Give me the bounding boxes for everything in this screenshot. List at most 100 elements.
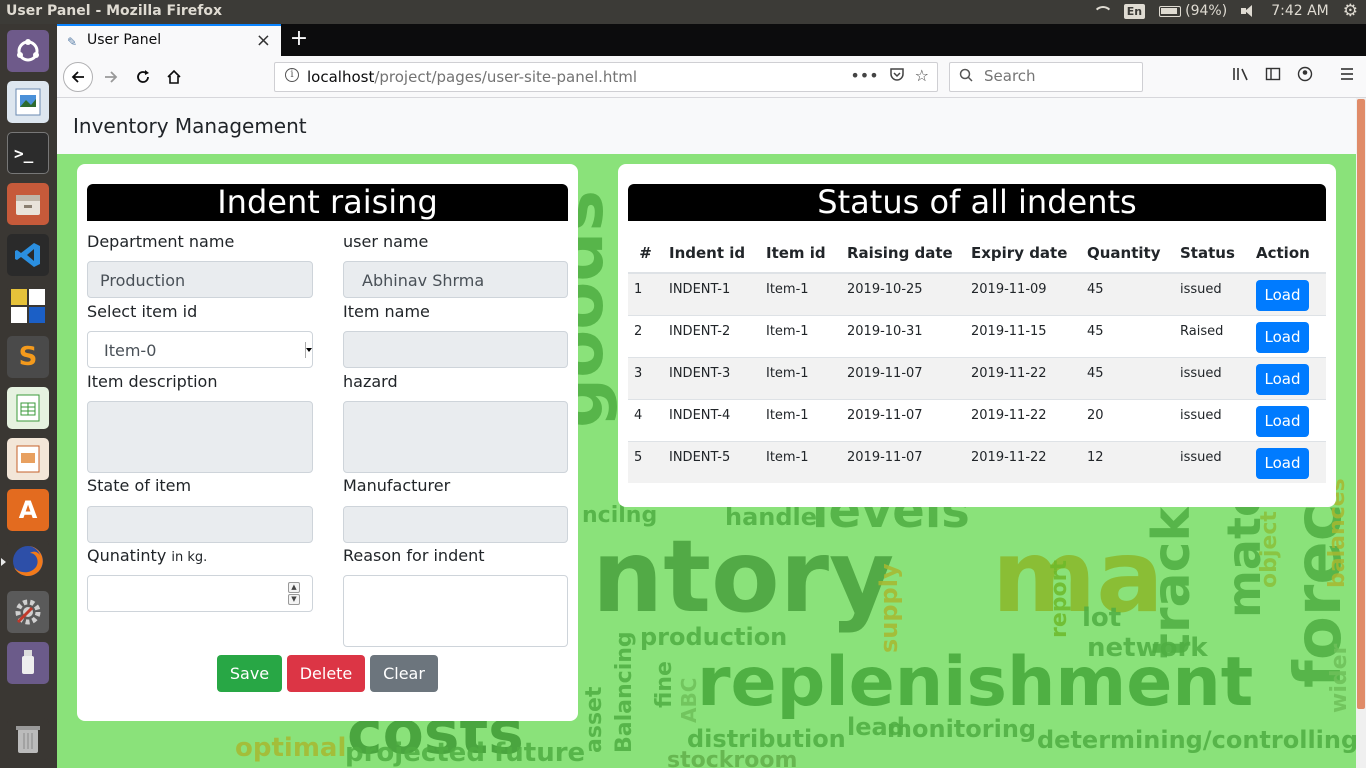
spin-up-icon[interactable]: ▲ <box>288 582 300 593</box>
load-button[interactable]: Load <box>1256 280 1309 311</box>
firefox-icon[interactable] <box>7 540 49 582</box>
cell-status: issued <box>1174 272 1250 315</box>
trash-icon[interactable] <box>7 718 49 760</box>
quantity-stepper[interactable]: ▲ ▼ <box>87 575 313 612</box>
cell-num: 4 <box>628 398 663 441</box>
delete-button[interactable]: Delete <box>287 655 365 692</box>
background-word: monitoring <box>887 715 1037 743</box>
item-id-selected: Item-0 <box>104 341 157 360</box>
system-settings-icon[interactable] <box>7 591 49 633</box>
power-gear-icon[interactable]: ⚙ <box>1343 3 1358 20</box>
spreadsheet-icon[interactable] <box>7 387 49 429</box>
page-actions-icon[interactable]: ••• <box>850 66 878 86</box>
background-word: object <box>1257 511 1282 588</box>
pocket-icon[interactable] <box>889 66 905 86</box>
close-tab-icon[interactable]: × <box>256 30 271 51</box>
item-name-field[interactable] <box>343 331 568 368</box>
image-viewer-icon[interactable] <box>7 81 49 123</box>
clear-button[interactable]: Clear <box>370 655 438 692</box>
column-header: Raising date <box>841 234 965 274</box>
url-bar[interactable]: i localhost/project/pages/user-site-pane… <box>274 62 938 92</box>
spin-down-icon[interactable]: ▼ <box>288 594 300 605</box>
load-button[interactable]: Load <box>1256 321 1309 353</box>
background-word: supply <box>875 563 903 653</box>
battery-indicator[interactable]: (94%) <box>1159 3 1227 19</box>
browser-tab[interactable]: ✎ User Panel × <box>57 24 281 56</box>
manufacturer-field[interactable] <box>343 506 568 543</box>
software-center-icon[interactable]: A <box>7 489 49 531</box>
volume-icon[interactable] <box>1241 4 1257 18</box>
state-label: State of item <box>87 476 192 495</box>
save-button[interactable]: Save <box>217 655 282 692</box>
hamburger-menu-icon[interactable] <box>1339 66 1355 86</box>
library-icon[interactable] <box>1232 66 1250 86</box>
quantity-spin-buttons[interactable]: ▲ ▼ <box>288 582 300 606</box>
vscode-icon[interactable] <box>7 234 49 276</box>
cell-item-id: Item-1 <box>760 314 841 357</box>
site-info-icon[interactable]: i <box>285 68 299 82</box>
load-button[interactable]: Load <box>1256 447 1309 479</box>
username-label: user name <box>343 232 429 251</box>
files-icon[interactable] <box>7 183 49 225</box>
bookmark-star-icon[interactable]: ☆ <box>915 66 929 86</box>
keyboard-layout-indicator[interactable]: En <box>1123 3 1146 19</box>
back-button[interactable] <box>63 62 93 92</box>
sidebar-icon[interactable] <box>1265 66 1281 86</box>
item-id-select[interactable]: Item-0 <box>87 331 313 368</box>
url-text[interactable]: localhost/project/pages/user-site-panel.… <box>307 68 637 86</box>
description-field[interactable] <box>87 401 313 473</box>
search-bar[interactable] <box>949 62 1143 92</box>
new-tab-button[interactable]: + <box>287 26 311 51</box>
home-button[interactable] <box>160 63 188 91</box>
terminal-icon[interactable]: >_ <box>7 132 49 174</box>
ubuntu-dash-icon[interactable] <box>7 30 49 72</box>
tab-title: User Panel <box>87 32 162 48</box>
cell-raising-date: 2019-11-07 <box>841 356 965 399</box>
table-row: 2 INDENT-2 Item-1 2019-10-31 2019-11-15 45 Rai… <box>628 314 1326 357</box>
forward-button[interactable] <box>97 63 125 91</box>
sublime-text-icon[interactable]: S <box>7 336 49 378</box>
indents-table: # Indent id Item id Raising date Expiry … <box>628 234 1326 483</box>
quantity-label-text: Qunatinty <box>87 546 167 565</box>
cell-indent-id: INDENT-1 <box>663 272 760 315</box>
column-header: # <box>628 234 663 274</box>
column-header: Action <box>1250 234 1326 274</box>
load-button[interactable]: Load <box>1256 405 1309 437</box>
launcher-running-indicator <box>1 558 6 566</box>
reason-field[interactable] <box>343 575 568 647</box>
table-row: 1 INDENT-1 Item-1 2019-10-25 2019-11-09 45 iss… <box>628 272 1326 315</box>
browser-toolbar: i localhost/project/pages/user-site-pane… <box>57 56 1366 98</box>
column-header: Expiry date <box>965 234 1081 274</box>
description-label: Item description <box>87 372 218 391</box>
cell-status: issued <box>1174 356 1250 399</box>
cell-action: Load <box>1250 272 1326 315</box>
text-editor-icon[interactable] <box>7 285 49 327</box>
web-page: goods levels ntory ma replenishment prod… <box>57 98 1356 768</box>
cell-item-id: Item-1 <box>760 356 841 399</box>
page-scrollbar-thumb[interactable] <box>1357 99 1365 709</box>
username-field[interactable]: Abhinav Shrma <box>343 261 568 298</box>
reload-button[interactable] <box>129 63 157 91</box>
table-row: 3 INDENT-3 Item-1 2019-11-07 2019-11-22 45 iss… <box>628 356 1326 399</box>
account-icon[interactable] <box>1297 66 1313 86</box>
background-word: report <box>1047 560 1072 638</box>
presentation-icon[interactable] <box>7 438 49 480</box>
background-word: handle <box>725 503 818 531</box>
cell-quantity: 45 <box>1081 272 1174 315</box>
department-field[interactable]: Production <box>87 261 313 298</box>
clock[interactable]: 7:42 AM <box>1271 3 1329 19</box>
column-header: Status <box>1174 234 1250 274</box>
search-input[interactable] <box>984 67 1134 85</box>
background-word: fine <box>652 661 677 708</box>
cell-status: Raised <box>1174 314 1250 357</box>
state-field[interactable] <box>87 506 313 543</box>
load-button[interactable]: Load <box>1256 363 1309 395</box>
cell-num: 5 <box>628 440 663 483</box>
background-word: ABC <box>677 677 701 723</box>
brand-title[interactable]: Inventory Management <box>73 114 307 138</box>
usb-drive-icon[interactable] <box>7 642 49 684</box>
wifi-icon[interactable] <box>1092 4 1110 18</box>
browser-tab-strip: ✎ User Panel × + <box>57 24 1366 56</box>
window-title: User Panel - Mozilla Firefox <box>6 3 223 19</box>
hazard-field[interactable] <box>343 401 568 473</box>
